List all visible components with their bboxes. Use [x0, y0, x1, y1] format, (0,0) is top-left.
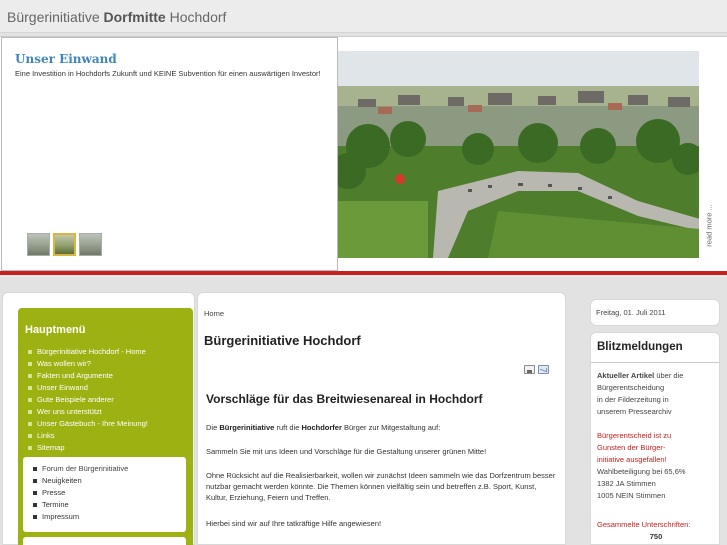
article-paragraph-3: Ohne Rücksicht auf die Realisierbarkeit,… [206, 471, 556, 502]
menu-item-was-wollen-wir[interactable]: Was wollen wir? [27, 358, 148, 370]
site-title-part1: Bürgerinitiative [7, 9, 100, 25]
article-tools [524, 365, 549, 374]
news-line-3: in der Filderzeitung in [597, 395, 669, 404]
news-line-2: Bürgerentscheidung [597, 383, 665, 392]
submenu-item-impressum[interactable]: Impressum [32, 511, 128, 523]
menu-item-unterstuetzer[interactable]: Wer uns unterstützt [27, 406, 148, 418]
p1-bold-1: Bürgerinitiative [219, 423, 275, 432]
email-icon[interactable] [538, 365, 549, 374]
main-menu: Hauptmenü Bürgerinitiative Hochdorf - Ho… [18, 308, 193, 545]
news-line-5: Bürgerentscheid ist zu [597, 431, 672, 440]
news-line-1: Aktueller Artikel über die [597, 370, 683, 382]
menu-item-sitemap[interactable]: Sitemap [27, 442, 148, 454]
slide-thumbnail[interactable] [79, 233, 102, 256]
feature-banner: Unser Einwand Eine Investition in Hochdo… [0, 36, 727, 271]
article-paragraph-4: Hierbei sind wir auf Ihre tatkräftige Hi… [206, 519, 382, 528]
news-line-11: Gesammelte Unterschriften: [597, 520, 691, 529]
slide-thumbnail-active[interactable] [53, 233, 76, 256]
site-title[interactable]: Bürgerinitiative Dorfmitte Hochdorf [7, 9, 226, 25]
slide-thumbnails [27, 233, 102, 256]
date-box: Freitag, 01. Juli 2011 [590, 299, 720, 326]
news-title: Blitzmeldungen [597, 341, 683, 353]
main-menu-list: Bürgerinitiative Hochdorf - Home Was wol… [27, 346, 148, 454]
menu-item-beispiele[interactable]: Gute Beispiele anderer [27, 394, 148, 406]
news-divider [591, 362, 719, 363]
site-title-part3: Hochdorf [169, 9, 227, 25]
news-box: Blitzmeldungen Aktueller Artikel über di… [590, 332, 720, 545]
banner-title[interactable]: Unser Einwand [15, 52, 117, 66]
news-line-6: Gunsten der Bürger- [597, 443, 666, 452]
p1-mid: ruft die [274, 423, 302, 432]
menu-item-home[interactable]: Bürgerinitiative Hochdorf - Home [27, 346, 148, 358]
banner-description: Eine Investition in Hochdorfs Zukunft un… [15, 69, 321, 78]
news-line-10: 1005 NEIN Stimmen [597, 491, 666, 500]
secondary-menu: Forum der Bürgerinitiative Neuigkeiten P… [23, 457, 186, 532]
print-icon[interactable] [524, 365, 535, 374]
secondary-menu-list: Forum der Bürgerinitiative Neuigkeiten P… [32, 463, 128, 523]
page-title: Bürgerinitiative Hochdorf [204, 333, 361, 348]
read-more-link[interactable]: read more ... [699, 51, 715, 258]
slide-thumbnail[interactable] [27, 233, 50, 256]
p1-pre: Die [206, 423, 220, 432]
right-sidebar: Freitag, 01. Juli 2011 Blitzmeldungen Ak… [585, 292, 727, 545]
menu-item-fakten[interactable]: Fakten und Argumente [27, 370, 148, 382]
article-title: Vorschläge für das Breitwiesenareal in H… [206, 392, 483, 406]
aerial-village-photo [338, 51, 700, 258]
menu-item-links[interactable]: Links [27, 430, 148, 442]
submenu-item-presse[interactable]: Presse [32, 487, 128, 499]
site-title-part2: Dorfmitte [103, 9, 166, 25]
news-article-link[interactable]: Aktueller Artikel [597, 371, 654, 380]
main-content: Home Bürgerinitiative Hochdorf Vorschläg… [197, 292, 566, 545]
read-more-label: read more ... [704, 204, 714, 247]
main-menu-title: Hauptmenü [25, 324, 86, 336]
article-paragraph-1: Die Bürgerinitiative ruft die Hochdorfer… [206, 422, 558, 433]
breadcrumb[interactable]: Home [204, 309, 224, 318]
banner-text-panel: Unser Einwand Eine Investition in Hochdo… [1, 37, 338, 271]
signature-count: 750 [649, 532, 663, 541]
article-paragraph-2: Sammeln Sie mit uns Ideen und Vorschläge… [206, 447, 487, 456]
p1-post: Bürger zur Mitgestaltung auf: [341, 423, 441, 432]
news-line-4: unserem Pressearchiv [597, 407, 672, 416]
news-line-7: initiative ausgefallen! [597, 455, 667, 464]
banner-photo[interactable] [338, 51, 700, 258]
submenu-item-forum[interactable]: Forum der Bürgerinitiative [32, 463, 128, 475]
p1-bold-2: Hochdorfer [301, 423, 342, 432]
next-menu-panel [23, 537, 186, 545]
news-line-1-rest: über die [654, 371, 684, 380]
menu-item-einwand[interactable]: Unser Einwand [27, 382, 148, 394]
current-date: Freitag, 01. Juli 2011 [596, 308, 666, 317]
site-header: Bürgerinitiative Dorfmitte Hochdorf [0, 0, 727, 33]
menu-item-gaestebuch[interactable]: Unser Gästebuch - Ihre Meinung! [27, 418, 148, 430]
left-sidebar: Hauptmenü Bürgerinitiative Hochdorf - Ho… [2, 292, 195, 545]
submenu-item-neuigkeiten[interactable]: Neuigkeiten [32, 475, 128, 487]
news-line-9: 1382 JA Stimmen [597, 479, 656, 488]
header-divider [0, 271, 727, 277]
submenu-item-termine[interactable]: Termine [32, 499, 128, 511]
news-line-8: Wahlbeteiligung bei 65,6% [597, 467, 686, 476]
